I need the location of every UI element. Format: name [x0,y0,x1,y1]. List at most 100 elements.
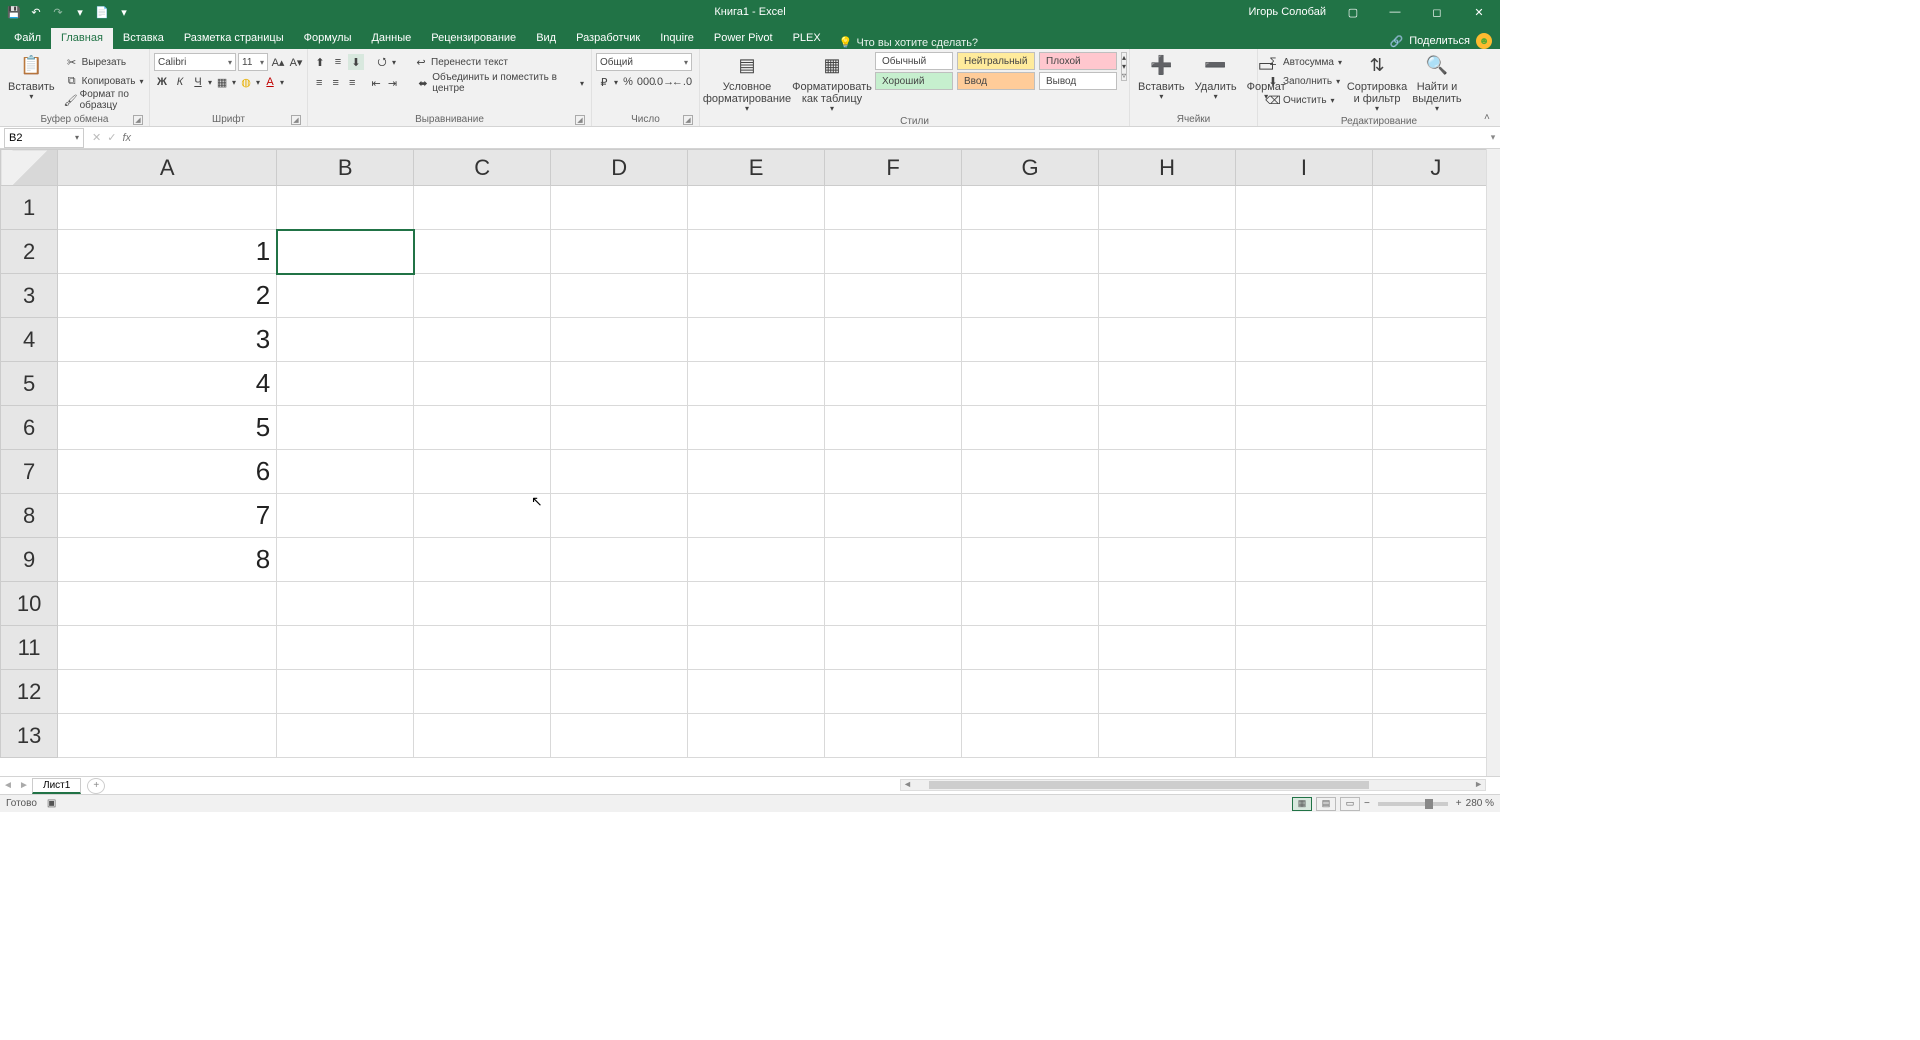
fill-button[interactable]: ⬇Заполнить▾ [1262,72,1345,90]
cell-C9[interactable] [414,538,551,582]
cell-I12[interactable] [1236,670,1373,714]
row-header-3[interactable]: 3 [1,274,58,318]
cell-C8[interactable] [414,494,551,538]
merge-center-button[interactable]: ⬌Объединить и поместить в центре▾ [413,74,587,92]
cell-C10[interactable] [414,582,551,626]
cell-D4[interactable] [551,318,688,362]
cell-B6[interactable] [277,406,414,450]
percent-icon[interactable]: % [620,74,636,90]
shrink-font-icon[interactable]: A▾ [288,54,304,70]
tab-главная[interactable]: Главная [51,28,113,49]
delete-cells-button[interactable]: ➖Удалить▾ [1191,51,1241,104]
align-middle-icon[interactable]: ≡ [330,54,346,70]
cell-D1[interactable] [551,186,688,230]
row-header-5[interactable]: 5 [1,362,58,406]
align-bottom-icon[interactable]: ⬇ [348,54,364,70]
zoom-level[interactable]: 280 % [1466,798,1494,809]
cell-J2[interactable] [1372,230,1499,274]
cell-G2[interactable] [962,230,1099,274]
format-as-table-button[interactable]: ▦ Форматировать как таблицу▾ [792,51,872,116]
page-layout-view-button[interactable]: ▤ [1316,797,1336,811]
cell-F10[interactable] [825,582,962,626]
tab-формулы[interactable]: Формулы [294,28,362,49]
accounting-icon[interactable]: ₽ [596,74,612,90]
cell-A3[interactable]: 2 [58,274,277,318]
row-header-7[interactable]: 7 [1,450,58,494]
macro-record-icon[interactable]: ▣ [47,798,56,809]
cell-I13[interactable] [1236,714,1373,758]
cell-C1[interactable] [414,186,551,230]
zoom-in-button[interactable]: + [1456,798,1462,809]
cell-G8[interactable] [962,494,1099,538]
cell-E11[interactable] [688,626,825,670]
sort-filter-button[interactable]: ⇅Сортировка и фильтр▾ [1347,51,1407,116]
cell-A12[interactable] [58,670,277,714]
cell-E4[interactable] [688,318,825,362]
enter-formula-icon[interactable]: ✓ [107,131,116,144]
cell-H13[interactable] [1099,714,1236,758]
cell-I7[interactable] [1236,450,1373,494]
cell-F12[interactable] [825,670,962,714]
cell-E13[interactable] [688,714,825,758]
cell-D5[interactable] [551,362,688,406]
grid[interactable]: ABCDEFGHIJ1213243546576879810111213 [0,149,1500,758]
row-header-2[interactable]: 2 [1,230,58,274]
cell-C4[interactable] [414,318,551,362]
cell-A13[interactable] [58,714,277,758]
cell-C2[interactable] [414,230,551,274]
cell-D2[interactable] [551,230,688,274]
comma-icon[interactable]: 000 [638,74,654,90]
align-left-icon[interactable]: ≡ [312,75,326,91]
styles-scroll-up[interactable]: ▴ [1122,53,1126,62]
fx-icon[interactable]: fx [122,132,131,144]
style-output[interactable]: Вывод [1039,72,1117,90]
number-format-combo[interactable]: Общий▾ [596,53,692,71]
bold-button[interactable]: Ж [154,74,170,90]
undo-icon[interactable]: ↶ [28,4,44,20]
add-sheet-button[interactable]: + [87,778,105,794]
cell-B7[interactable] [277,450,414,494]
font-name-combo[interactable]: Calibri▾ [154,53,236,71]
cell-F5[interactable] [825,362,962,406]
tab-рецензирование[interactable]: Рецензирование [421,28,526,49]
cell-J10[interactable] [1372,582,1499,626]
cell-J7[interactable] [1372,450,1499,494]
tab-файл[interactable]: Файл [4,28,51,49]
collapse-ribbon-icon[interactable]: ˄ [1484,112,1496,124]
cell-I8[interactable] [1236,494,1373,538]
cell-B10[interactable] [277,582,414,626]
row-header-8[interactable]: 8 [1,494,58,538]
cell-G7[interactable] [962,450,1099,494]
font-launcher[interactable]: ◢ [291,115,301,125]
cell-C13[interactable] [414,714,551,758]
tell-me[interactable]: 💡 Что вы хотите сделать? [839,36,978,49]
normal-view-button[interactable]: ▦ [1292,797,1312,811]
cell-A6[interactable]: 5 [58,406,277,450]
cell-I6[interactable] [1236,406,1373,450]
cell-B9[interactable] [277,538,414,582]
decrease-decimal-icon[interactable]: ←.0 [674,74,690,90]
cell-A8[interactable]: 7 [58,494,277,538]
tab-inquire[interactable]: Inquire [650,28,704,49]
cell-H2[interactable] [1099,230,1236,274]
cell-A9[interactable]: 8 [58,538,277,582]
tab-разработчик[interactable]: Разработчик [566,28,650,49]
expand-formula-bar[interactable]: ▾ [1486,132,1500,143]
cell-G13[interactable] [962,714,1099,758]
cell-I4[interactable] [1236,318,1373,362]
select-all-corner[interactable] [1,150,58,186]
row-header-6[interactable]: 6 [1,406,58,450]
cell-E6[interactable] [688,406,825,450]
cell-C6[interactable] [414,406,551,450]
copy-button[interactable]: ⧉Копировать▾ [61,72,147,90]
cell-I10[interactable] [1236,582,1373,626]
cell-J4[interactable] [1372,318,1499,362]
cell-I3[interactable] [1236,274,1373,318]
cell-F7[interactable] [825,450,962,494]
col-header-D[interactable]: D [551,150,688,186]
increase-decimal-icon[interactable]: .0→ [656,74,672,90]
cell-F1[interactable] [825,186,962,230]
cell-J6[interactable] [1372,406,1499,450]
underline-button[interactable]: Ч [190,74,206,90]
feedback-icon[interactable]: ☻ [1476,33,1492,49]
